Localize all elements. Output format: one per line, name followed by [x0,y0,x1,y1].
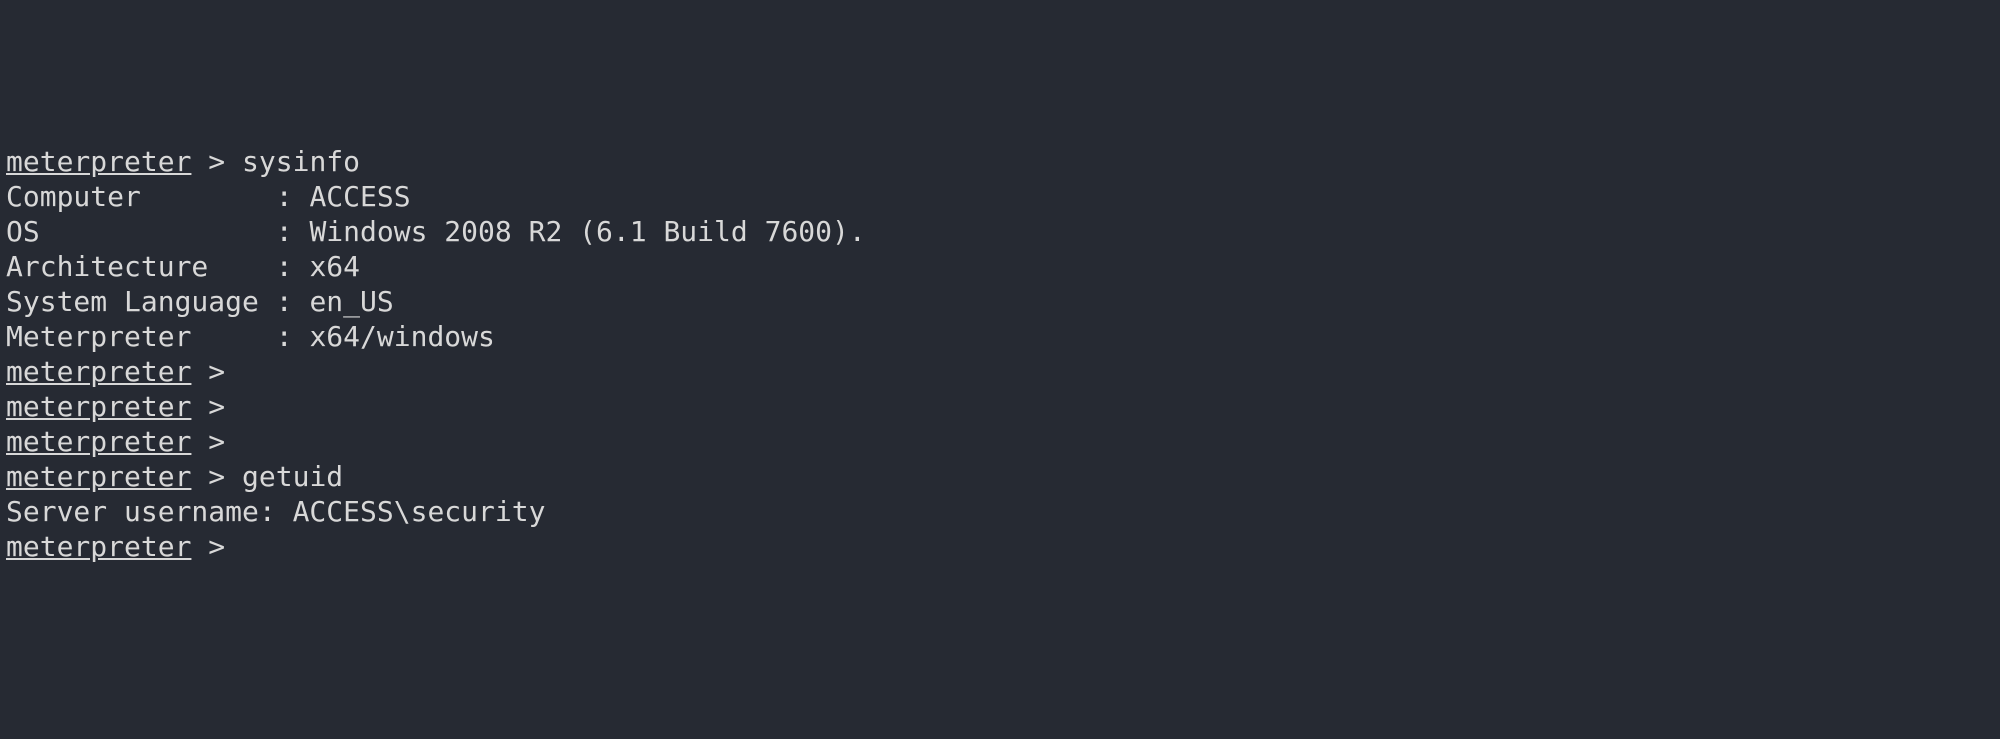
sysinfo-met-value: x64/windows [309,320,494,353]
prompt-separator: > [191,390,242,423]
sysinfo-lang: System Language : en_US [6,284,1994,319]
sysinfo-lang-label: System Language : [6,285,309,318]
prompt: meterpreter [6,355,191,388]
prompt-separator: > [191,355,242,388]
prompt-line-3: meterpreter > [6,389,1994,424]
sysinfo-arch: Architecture : x64 [6,249,1994,284]
prompt-separator: > [191,460,242,493]
sysinfo-met-label: Meterpreter : [6,320,309,353]
prompt-line-1: meterpreter > sysinfo [6,144,1994,179]
prompt-separator: > [191,530,242,563]
sysinfo-os: OS : Windows 2008 R2 (6.1 Build 7600). [6,214,1994,249]
prompt-line-2: meterpreter > [6,354,1994,389]
prompt-separator: > [191,145,242,178]
sysinfo-computer-value: ACCESS [309,180,410,213]
prompt: meterpreter [6,460,191,493]
prompt: meterpreter [6,425,191,458]
command-sysinfo: sysinfo [242,145,360,178]
prompt-line-6[interactable]: meterpreter > [6,529,1994,564]
sysinfo-meterpreter: Meterpreter : x64/windows [6,319,1994,354]
terminal-output[interactable]: meterpreter > sysinfoComputer : ACCESSOS… [6,144,1994,564]
prompt: meterpreter [6,530,191,563]
sysinfo-computer-label: Computer : [6,180,309,213]
sysinfo-lang-value: en_US [309,285,393,318]
sysinfo-computer: Computer : ACCESS [6,179,1994,214]
sysinfo-arch-label: Architecture : [6,250,309,283]
prompt-line-5: meterpreter > getuid [6,459,1994,494]
sysinfo-os-value: Windows 2008 R2 (6.1 Build 7600). [309,215,865,248]
prompt-separator: > [191,425,242,458]
prompt-line-4: meterpreter > [6,424,1994,459]
sysinfo-arch-value: x64 [309,250,360,283]
sysinfo-os-label: OS : [6,215,309,248]
command-getuid: getuid [242,460,343,493]
prompt: meterpreter [6,145,191,178]
prompt: meterpreter [6,390,191,423]
